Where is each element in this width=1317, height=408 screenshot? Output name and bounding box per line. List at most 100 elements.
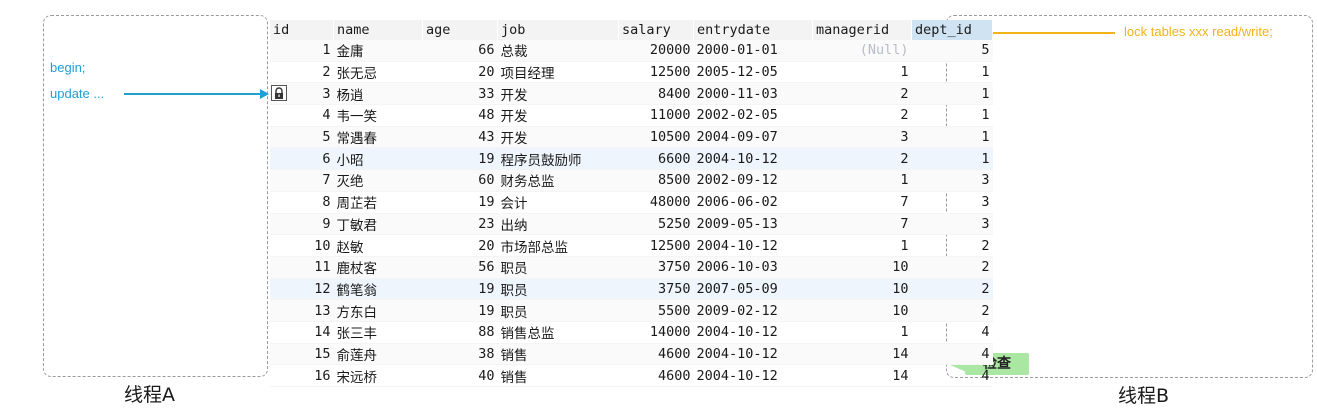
table-row[interactable]: 11 鹿杖客 56 职员 3750 2006-10-03 10 2 xyxy=(270,256,993,279)
data-grid[interactable]: id name age job salary entrydate managerid dept… xyxy=(270,20,993,387)
cell-job[interactable]: 财务总监 xyxy=(497,169,619,192)
cell-age[interactable]: 66 xyxy=(422,40,498,62)
table-row[interactable]: 5 常遇春 43 开发 10500 2004-09-07 3 1 xyxy=(270,126,993,149)
cell-dept-id[interactable]: 1 xyxy=(911,126,993,149)
cell-entrydate[interactable]: 2004-09-07 xyxy=(693,126,813,149)
table-row[interactable]: 8 周芷若 19 会计 48000 2006-06-02 7 3 xyxy=(270,191,993,214)
cell-name[interactable]: 灭绝 xyxy=(333,169,423,192)
cell-managerid[interactable]: 10 xyxy=(812,299,912,322)
cell-id[interactable]: 9 xyxy=(270,213,334,236)
cell-id[interactable]: 14 xyxy=(270,321,334,344)
cell-salary[interactable]: 8400 xyxy=(618,82,694,106)
cell-name[interactable]: 周芷若 xyxy=(333,191,423,214)
cell-job[interactable]: 销售 xyxy=(497,364,619,387)
cell-id[interactable]: 13 xyxy=(270,299,334,322)
cell-dept-id[interactable]: 4 xyxy=(911,321,993,344)
cell-entrydate[interactable]: 2004-10-12 xyxy=(693,321,813,344)
column-header-job[interactable]: job xyxy=(497,20,619,40)
cell-job[interactable]: 市场部总监 xyxy=(497,234,619,257)
cell-id[interactable]: 16 xyxy=(270,364,334,387)
cell-dept-id[interactable]: 1 xyxy=(911,82,993,106)
cell-name[interactable]: 丁敏君 xyxy=(333,213,423,236)
cell-managerid[interactable]: 2 xyxy=(812,82,912,106)
cell-managerid[interactable]: 14 xyxy=(812,343,912,366)
cell-name[interactable]: 常遇春 xyxy=(333,126,423,149)
cell-managerid[interactable]: 1 xyxy=(812,234,912,257)
cell-entrydate[interactable]: 2005-12-05 xyxy=(693,61,813,84)
cell-age[interactable]: 33 xyxy=(422,82,498,106)
cell-name[interactable]: 张无忌 xyxy=(333,61,423,84)
cell-managerid[interactable]: 7 xyxy=(812,191,912,214)
cell-id[interactable]: 3 xyxy=(270,82,334,106)
table-row[interactable]: 10 赵敏 20 市场部总监 12500 2004-10-12 1 2 xyxy=(270,234,993,257)
cell-id[interactable]: 4 xyxy=(270,104,334,127)
cell-salary[interactable]: 48000 xyxy=(618,191,694,214)
column-header-salary[interactable]: salary xyxy=(618,20,694,40)
cell-entrydate[interactable]: 2000-01-01 xyxy=(693,40,813,62)
cell-managerid[interactable]: 7 xyxy=(812,213,912,236)
column-header-dept-id[interactable]: dept_id xyxy=(911,20,993,40)
cell-dept-id[interactable]: 2 xyxy=(911,234,993,257)
cell-age[interactable]: 20 xyxy=(422,61,498,84)
table-row[interactable]: 1 金庸 66 总裁 20000 2000-01-01 (Null) 5 xyxy=(270,40,993,62)
cell-job[interactable]: 职员 xyxy=(497,278,619,301)
cell-id[interactable]: 8 xyxy=(270,191,334,214)
cell-id[interactable]: 6 xyxy=(270,147,334,171)
cell-age[interactable]: 60 xyxy=(422,169,498,192)
cell-entrydate[interactable]: 2004-10-12 xyxy=(693,364,813,387)
cell-age[interactable]: 20 xyxy=(422,234,498,257)
cell-id[interactable]: 5 xyxy=(270,126,334,149)
cell-entrydate[interactable]: 2009-02-12 xyxy=(693,299,813,322)
cell-name[interactable]: 金庸 xyxy=(333,40,423,62)
cell-job[interactable]: 销售总监 xyxy=(497,321,619,344)
table-row[interactable]: 9 丁敏君 23 出纳 5250 2009-05-13 7 3 xyxy=(270,213,993,236)
cell-entrydate[interactable]: 2004-10-12 xyxy=(693,234,813,257)
cell-salary[interactable]: 4600 xyxy=(618,343,694,366)
cell-managerid[interactable]: (Null) xyxy=(812,40,912,62)
cell-entrydate[interactable]: 2004-10-12 xyxy=(693,343,813,366)
cell-entrydate[interactable]: 2009-05-13 xyxy=(693,213,813,236)
cell-id[interactable]: 11 xyxy=(270,256,334,279)
table-row[interactable]: 3 杨逍 33 开发 8400 2000-11-03 2 1 xyxy=(270,82,993,106)
table-row[interactable]: 15 俞莲舟 38 销售 4600 2004-10-12 14 4 xyxy=(270,343,993,366)
cell-dept-id[interactable]: 1 xyxy=(911,147,993,171)
cell-id[interactable]: 2 xyxy=(270,61,334,84)
cell-age[interactable]: 19 xyxy=(422,278,498,301)
cell-dept-id[interactable]: 1 xyxy=(911,61,993,84)
cell-job[interactable]: 总裁 xyxy=(497,40,619,62)
table-row[interactable]: 6 小昭 19 程序员鼓励师 6600 2004-10-12 2 1 xyxy=(270,147,993,171)
cell-managerid[interactable]: 2 xyxy=(812,104,912,127)
column-header-age[interactable]: age xyxy=(422,20,498,40)
cell-name[interactable]: 宋远桥 xyxy=(333,364,423,387)
cell-entrydate[interactable]: 2002-02-05 xyxy=(693,104,813,127)
cell-id[interactable]: 10 xyxy=(270,234,334,257)
cell-salary[interactable]: 5250 xyxy=(618,213,694,236)
cell-age[interactable]: 38 xyxy=(422,343,498,366)
cell-name[interactable]: 杨逍 xyxy=(333,82,423,106)
cell-salary[interactable]: 12500 xyxy=(618,61,694,84)
cell-age[interactable]: 40 xyxy=(422,364,498,387)
cell-dept-id[interactable]: 5 xyxy=(911,40,993,62)
cell-name[interactable]: 赵敏 xyxy=(333,234,423,257)
cell-salary[interactable]: 4600 xyxy=(618,364,694,387)
cell-id[interactable]: 7 xyxy=(270,169,334,192)
table-row[interactable]: 4 韦一笑 48 开发 11000 2002-02-05 2 1 xyxy=(270,104,993,127)
cell-job[interactable]: 开发 xyxy=(497,82,619,106)
cell-entrydate[interactable]: 2006-10-03 xyxy=(693,256,813,279)
cell-age[interactable]: 19 xyxy=(422,147,498,171)
cell-managerid[interactable]: 14 xyxy=(812,364,912,387)
cell-age[interactable]: 23 xyxy=(422,213,498,236)
cell-dept-id[interactable]: 4 xyxy=(911,343,993,366)
cell-age[interactable]: 48 xyxy=(422,104,498,127)
table-row[interactable]: 16 宋远桥 40 销售 4600 2004-10-12 14 4 xyxy=(270,364,993,387)
cell-salary[interactable]: 14000 xyxy=(618,321,694,344)
table-row[interactable]: 14 张三丰 88 销售总监 14000 2004-10-12 1 4 xyxy=(270,321,993,344)
cell-salary[interactable]: 20000 xyxy=(618,40,694,62)
cell-dept-id[interactable]: 3 xyxy=(911,169,993,192)
cell-job[interactable]: 职员 xyxy=(497,256,619,279)
cell-salary[interactable]: 3750 xyxy=(618,256,694,279)
cell-entrydate[interactable]: 2002-09-12 xyxy=(693,169,813,192)
cell-age[interactable]: 19 xyxy=(422,191,498,214)
cell-entrydate[interactable]: 2004-10-12 xyxy=(693,147,813,171)
cell-job[interactable]: 会计 xyxy=(497,191,619,214)
